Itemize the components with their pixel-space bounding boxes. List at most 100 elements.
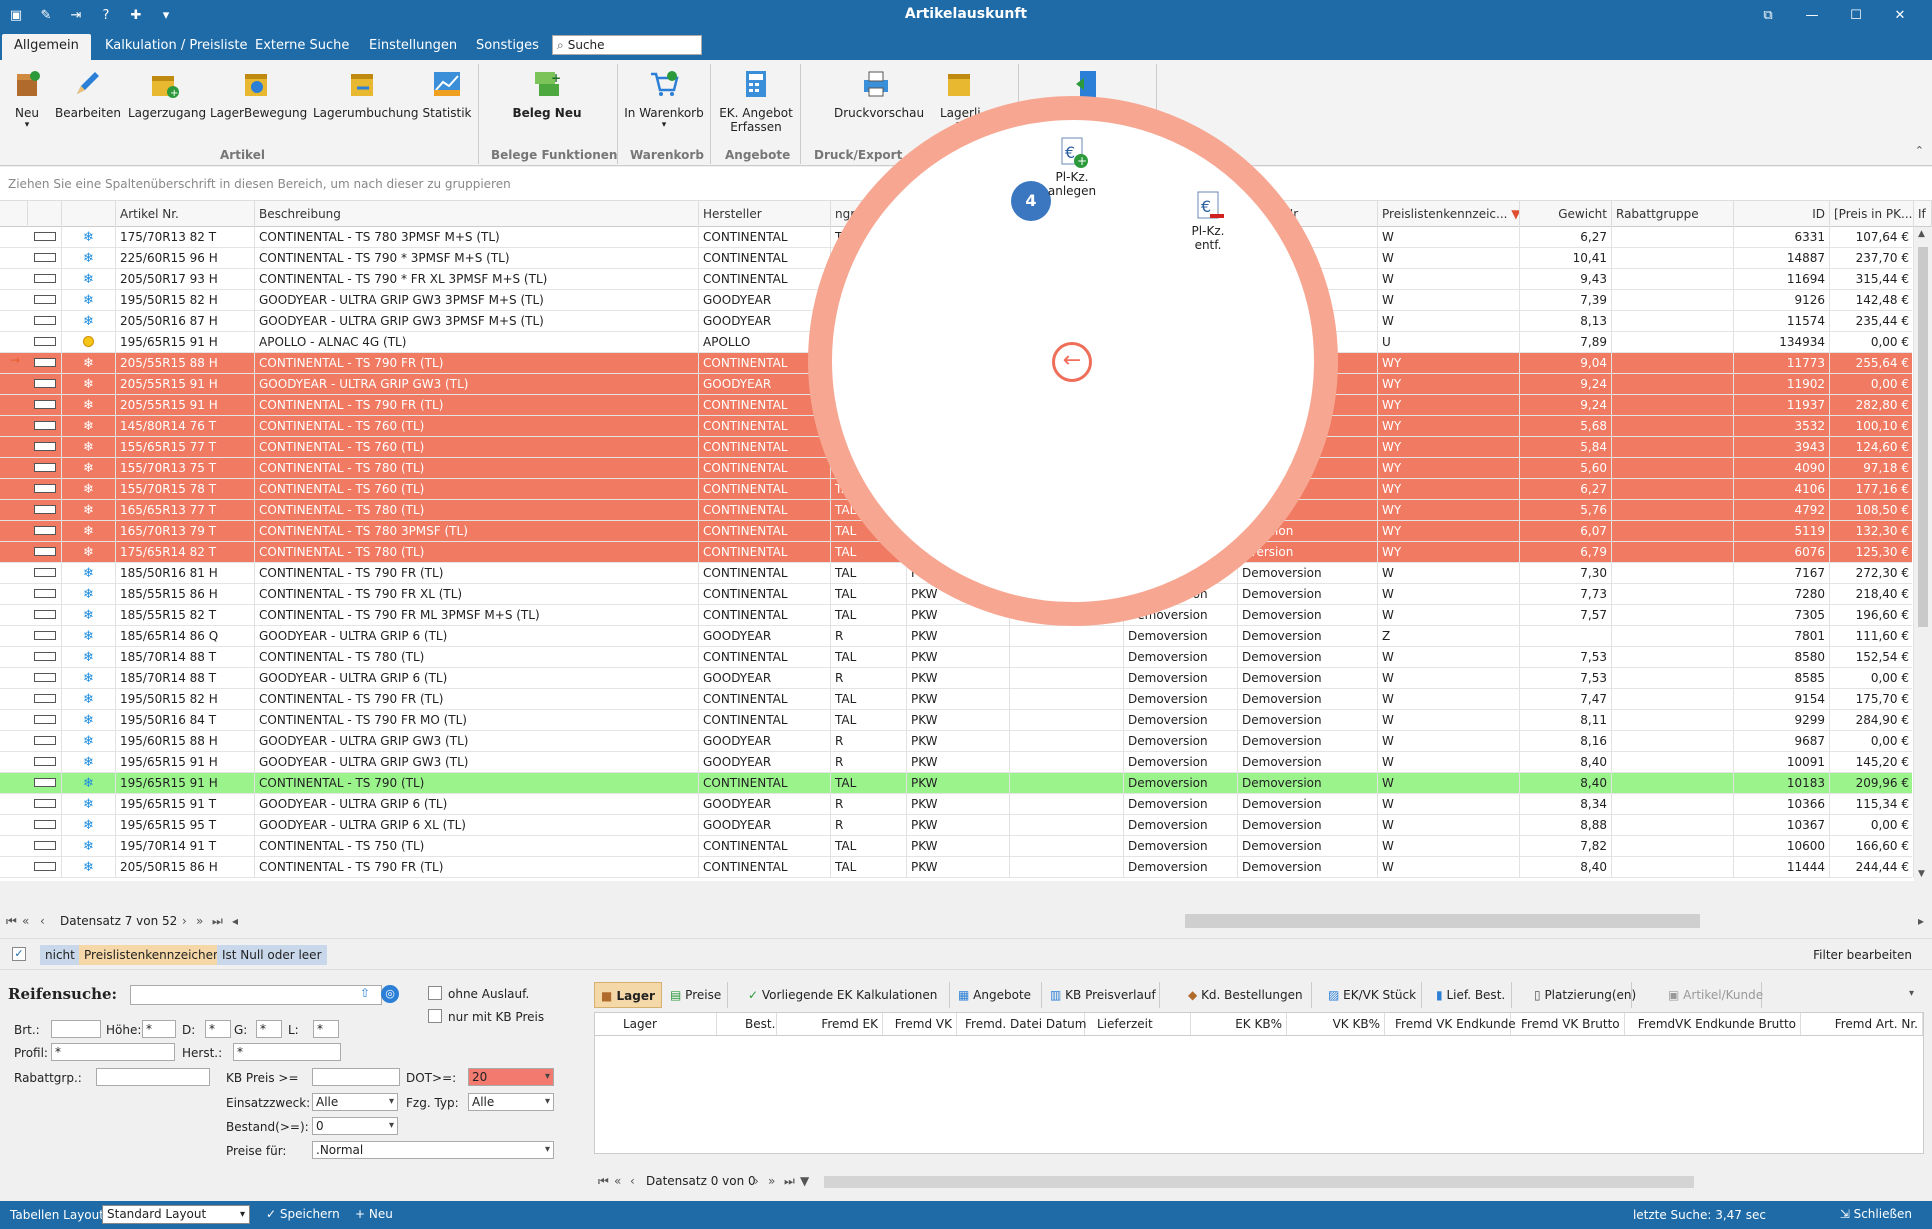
row-checkbox[interactable]	[33, 400, 56, 409]
header-preisliste[interactable]: Preislistenkennzeic... ▼	[1378, 201, 1520, 227]
table-row[interactable]: ❄ 195/65R15 91 T GOODYEAR - ULTRA GRIP 6 (…	[0, 794, 1914, 815]
detail-header-vk-kb[interactable]: VK KB%	[1287, 1013, 1385, 1035]
ribbon-collapse-icon[interactable]: ⌃	[1915, 144, 1924, 157]
hoehe-input[interactable]: *	[142, 1020, 176, 1038]
detail-tab-kd-bestellungen[interactable]: ◆ Kd. Bestellungen	[1182, 982, 1312, 1008]
row-checkbox[interactable]	[33, 631, 56, 640]
preise-select[interactable]: .Normal	[312, 1141, 554, 1159]
pl-kz-anlegen-button[interactable]: € + Pl-Kz. anlegen	[1044, 134, 1100, 198]
radial-back-button[interactable]: ←	[1052, 342, 1092, 382]
row-select-cell[interactable]	[28, 227, 62, 248]
row-checkbox[interactable]	[33, 484, 56, 493]
detail-nav-first-icon[interactable]: ⏮	[598, 1174, 609, 1189]
new-layout-button[interactable]: + Neu	[355, 1207, 393, 1221]
table-row[interactable]: ❄ 185/55R15 82 T CONTINENTAL - TS 790 FR M…	[0, 605, 1914, 626]
header-preis[interactable]: [Preis in PK...	[1830, 201, 1914, 227]
horizontal-scroll-thumb[interactable]	[1185, 914, 1700, 928]
detail-tab-angebote[interactable]: ▦ Angebote	[952, 982, 1042, 1008]
ek-angebot-button[interactable]: EK. Angebot Erfassen	[716, 66, 796, 134]
detail-header-fremd-ek[interactable]: Fremd EK	[803, 1013, 883, 1035]
detail-header-fremdvk-endkunde-brutto[interactable]: FremdVK Endkunde Brutto	[1625, 1013, 1801, 1035]
reifensuche-input[interactable]	[130, 985, 382, 1005]
detail-nav-last-icon[interactable]: ⏭	[784, 1174, 795, 1189]
profil-input[interactable]: *	[51, 1043, 175, 1061]
row-select-cell[interactable]	[28, 521, 62, 542]
fzg-select[interactable]: Alle	[468, 1093, 554, 1111]
row-select-cell[interactable]	[28, 626, 62, 647]
lagerumbuchung-button[interactable]: Lagerumbuchung	[313, 66, 419, 120]
row-select-cell[interactable]	[28, 605, 62, 626]
row-select-cell[interactable]	[28, 500, 62, 521]
scroll-up-icon[interactable]: ▲	[1918, 229, 1925, 239]
detail-nav-prev-page-icon[interactable]: «	[614, 1174, 621, 1188]
header-extra[interactable]: If	[1914, 201, 1932, 227]
row-checkbox[interactable]	[33, 337, 56, 346]
detail-header-fremd-vk-endkunde[interactable]: Fremd VK Endkunde	[1391, 1013, 1516, 1035]
lagerbewegung-button[interactable]: LagerBewegung	[210, 66, 307, 120]
statistik-button[interactable]: Statistik	[422, 66, 472, 120]
row-checkbox[interactable]	[33, 568, 56, 577]
detail-tab-ekvk-stueck[interactable]: ▨ EK/VK Stück	[1322, 982, 1422, 1008]
row-checkbox[interactable]	[33, 547, 56, 556]
row-checkbox[interactable]	[33, 421, 56, 430]
tab-einstellungen[interactable]: Einstellungen	[357, 34, 469, 60]
row-select-cell[interactable]	[28, 752, 62, 773]
row-select-cell[interactable]	[28, 479, 62, 500]
row-checkbox[interactable]	[33, 715, 56, 724]
table-row[interactable]: ❄ 195/50R16 84 T CONTINENTAL - TS 790 FR M…	[0, 710, 1914, 731]
row-select-cell[interactable]	[28, 290, 62, 311]
detail-horizontal-scrollbar[interactable]	[824, 1176, 1694, 1188]
detail-header-lager[interactable]: Lager	[619, 1013, 717, 1035]
herst-input[interactable]: *	[233, 1043, 341, 1061]
row-select-cell[interactable]	[28, 542, 62, 563]
filter-active-checkbox[interactable]: ✓	[12, 947, 26, 961]
maximize-button[interactable]: ☐	[1834, 4, 1878, 26]
row-select-cell[interactable]	[28, 458, 62, 479]
neu-button[interactable]: Neu ▾	[8, 66, 46, 130]
ribbon-search-input[interactable]: ⌕ Suche	[552, 35, 702, 55]
row-checkbox[interactable]	[33, 463, 56, 472]
rabattgrp-input[interactable]	[96, 1068, 210, 1086]
lagerzugang-button[interactable]: + Lagerzugang	[128, 66, 206, 120]
row-checkbox[interactable]	[33, 736, 56, 745]
row-checkbox[interactable]	[33, 232, 56, 241]
row-select-cell[interactable]	[28, 815, 62, 836]
row-checkbox[interactable]	[33, 694, 56, 703]
row-select-cell[interactable]	[28, 857, 62, 878]
header-beschreibung[interactable]: Beschreibung	[255, 201, 699, 227]
detail-tab-platzierung[interactable]: ▯ Platzierung(en)	[1528, 982, 1636, 1008]
detail-nav-prev-icon[interactable]: ‹	[630, 1174, 635, 1188]
detail-filter-icon[interactable]: ▼	[800, 1174, 809, 1188]
save-layout-button[interactable]: ✓ Speichern	[266, 1207, 340, 1221]
row-checkbox[interactable]	[33, 652, 56, 661]
row-select-cell[interactable]	[28, 836, 62, 857]
header-id[interactable]: ID	[1734, 201, 1830, 227]
header-checkbox[interactable]	[28, 201, 62, 227]
einsatz-select[interactable]: Alle	[312, 1093, 398, 1111]
tab-kalkulation[interactable]: Kalkulation / Preisliste	[93, 34, 260, 60]
detail-nav-next-icon[interactable]: ›	[754, 1174, 759, 1188]
detail-header-fremd-art-nr[interactable]: Fremd Art. Nr.	[1803, 1013, 1923, 1035]
header-season[interactable]	[62, 201, 116, 227]
tab-externe-suche[interactable]: Externe Suche	[243, 34, 361, 60]
row-checkbox[interactable]	[33, 673, 56, 682]
row-select-cell[interactable]	[28, 332, 62, 353]
row-select-cell[interactable]	[28, 416, 62, 437]
ohne-auslauf-checkbox[interactable]	[428, 986, 442, 1000]
detail-tab-kb-preisverlauf[interactable]: ▥ KB Preisverlauf	[1044, 982, 1160, 1008]
scroll-right-icon[interactable]: ▸	[1918, 914, 1924, 928]
row-select-cell[interactable]	[28, 689, 62, 710]
nav-next-icon[interactable]: ›	[182, 914, 187, 928]
detail-header-fremd-datei-datum[interactable]: Fremd. Datei Datum	[961, 1013, 1086, 1035]
minimize-button[interactable]: —	[1790, 4, 1834, 26]
filter-icon[interactable]: ▼	[1511, 207, 1519, 221]
row-select-cell[interactable]	[28, 395, 62, 416]
row-select-cell[interactable]	[28, 563, 62, 584]
row-select-cell[interactable]	[28, 269, 62, 290]
row-checkbox[interactable]	[33, 757, 56, 766]
detail-header-fremd-vk[interactable]: Fremd VK	[883, 1013, 957, 1035]
filter-edit-link[interactable]: Filter bearbeiten	[1813, 948, 1912, 962]
row-select-cell[interactable]	[28, 710, 62, 731]
row-checkbox[interactable]	[33, 799, 56, 808]
in-warenkorb-button[interactable]: In Warenkorb ▾	[624, 66, 704, 130]
